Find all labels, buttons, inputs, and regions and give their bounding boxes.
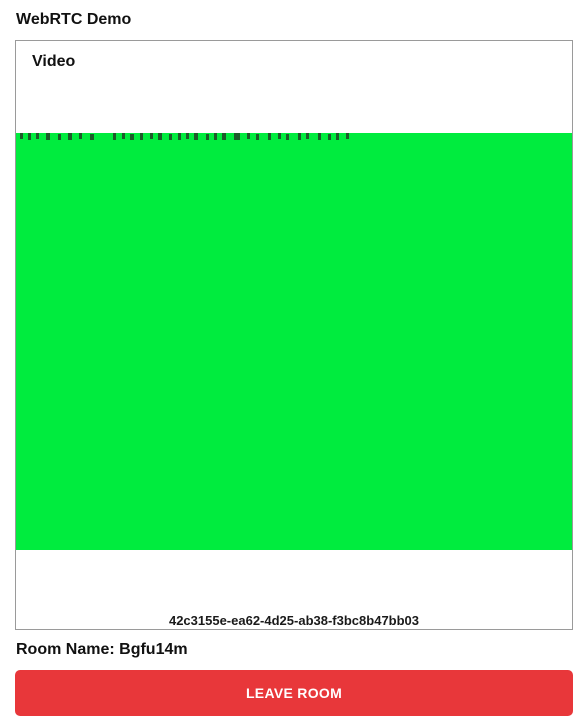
participant-id: 42c3155e-ea62-4d25-ab38-f3bc8b47bb03 xyxy=(168,613,420,628)
room-name-label: Room Name: xyxy=(16,641,115,658)
app-title: WebRTC Demo xyxy=(16,11,132,28)
video-glitch-artifact xyxy=(20,133,349,140)
video-card: Video 42c3155e-ea62-4d25-ab38-f3bc8b47bb… xyxy=(15,40,573,630)
video-heading: Video xyxy=(32,53,76,70)
room-name-value: Bgfu14m xyxy=(119,641,188,658)
remote-video xyxy=(16,133,572,550)
leave-room-button[interactable]: LEAVE ROOM xyxy=(15,670,573,716)
room-name: Room Name: Bgfu14m xyxy=(16,640,188,660)
